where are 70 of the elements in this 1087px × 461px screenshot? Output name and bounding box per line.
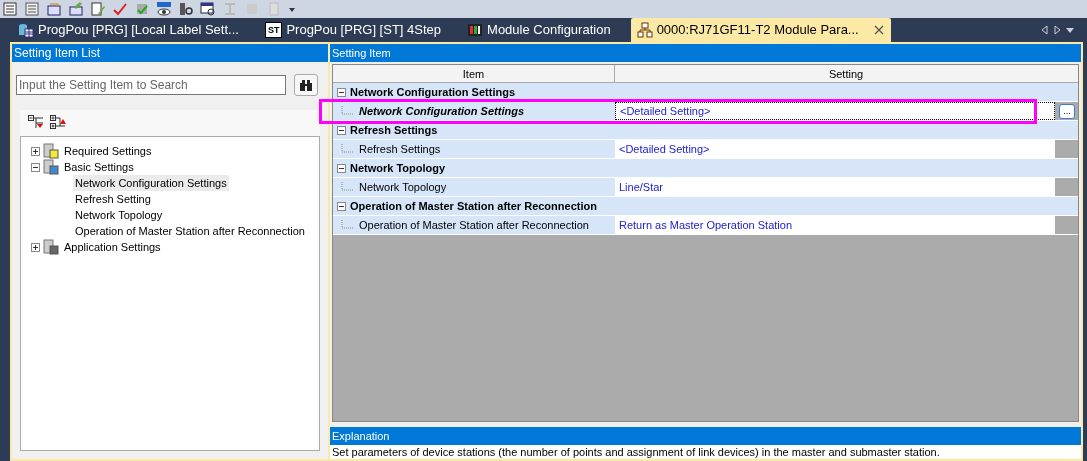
setting-item-name: Network Configuration Settings	[359, 103, 524, 119]
binoculars-icon	[299, 79, 313, 91]
expand-icon[interactable]	[31, 242, 40, 252]
tree-item[interactable]: Required Settings	[62, 142, 154, 160]
settings-folder-icon	[42, 239, 60, 255]
grid-edit-icon[interactable]	[68, 1, 84, 17]
group-title: Operation of Master Station after Reconnection	[350, 198, 597, 214]
collapse-icon[interactable]	[337, 163, 346, 173]
find-button[interactable]	[294, 74, 318, 96]
network-nodes-icon	[636, 22, 653, 38]
tree-item[interactable]: Network Configuration Settings	[73, 174, 229, 192]
database-table-icon	[18, 22, 34, 38]
collapse-icon[interactable]	[337, 201, 346, 211]
panel-title: Setting Item List	[12, 44, 328, 62]
collapse-icon[interactable]	[337, 87, 346, 97]
column-header[interactable]: Item	[333, 65, 615, 82]
setting-value[interactable]: Return as Master Operation Station	[615, 216, 1055, 234]
collapse-icon[interactable]	[31, 162, 40, 172]
expand-icon[interactable]	[31, 146, 40, 156]
module-rack-icon	[467, 22, 484, 38]
tree-item[interactable]: Network Topology	[73, 206, 165, 224]
clipboard-icon[interactable]	[2, 1, 18, 17]
document-tab[interactable]: ST ProgPou [PRG] [ST] 4Step	[258, 18, 448, 42]
window-zoom-icon[interactable]	[200, 1, 216, 17]
scroll-left-icon[interactable]	[1041, 25, 1049, 35]
module-check-icon[interactable]	[134, 1, 150, 17]
panel-title: Explanation	[330, 427, 1081, 445]
group-title: Network Topology	[350, 160, 446, 176]
column-header[interactable]: Setting	[615, 65, 1077, 82]
document-tab[interactable]: Module Configuration	[461, 18, 617, 42]
explanation-text: Set parameters of device stations (the number of points and assignment of link devices) in the master and submaster station.	[330, 445, 1081, 459]
setting-text: Line/Star	[619, 179, 664, 195]
tree-connector-icon	[341, 220, 355, 230]
list-icon[interactable]	[24, 1, 40, 17]
dropdown-icon[interactable]	[1065, 25, 1075, 35]
close-icon[interactable]	[872, 24, 885, 36]
setting-value[interactable]: <Detailed Setting>	[615, 102, 1055, 120]
setting-item-name: Operation of Master Station after Reconnection	[359, 217, 589, 233]
eye-icon[interactable]	[156, 1, 172, 17]
expand-all-icon[interactable]	[50, 115, 66, 129]
ellipsis-button[interactable]: ...	[1059, 103, 1075, 119]
setting-text: <Detailed Setting>	[620, 103, 711, 119]
setting-item-name: Refresh Settings	[359, 141, 441, 157]
check-icon[interactable]	[112, 1, 128, 17]
setting-item-name: Network Topology	[359, 179, 447, 195]
collapse-all-icon[interactable]	[28, 115, 44, 129]
st-badge: ST	[264, 22, 283, 38]
tree-item[interactable]: Application Settings	[62, 238, 163, 256]
setting-value[interactable]: Line/Star	[615, 178, 1055, 196]
tree-connector-icon	[341, 144, 355, 154]
setting-text: Return as Master Operation Station	[619, 217, 793, 233]
tree-connector-icon	[341, 182, 355, 192]
scroll-right-icon[interactable]	[1053, 25, 1061, 35]
document-tab[interactable]: ProgPou [PRG] [Local Label Sett...	[12, 18, 245, 42]
settings-folder-icon	[42, 143, 60, 159]
group-title: Network Configuration Settings	[350, 84, 515, 100]
panel-title: Setting Item	[330, 44, 1081, 62]
document-tab[interactable]: 0000:RJ71GF11-T2 Module Para...	[630, 18, 891, 42]
search-field[interactable]: Input the Setting Item to Search	[16, 75, 286, 95]
tree-item[interactable]: Refresh Setting	[73, 190, 153, 208]
group-title: Refresh Settings	[350, 122, 438, 138]
setting-value[interactable]: <Detailed Setting>	[615, 140, 1055, 158]
overflow-caret-icon[interactable]	[288, 5, 296, 13]
collapse-icon[interactable]	[337, 125, 346, 135]
setting-text: <Detailed Setting>	[619, 141, 710, 157]
tree-item[interactable]: Operation of Master Station after Reconnection	[73, 222, 307, 240]
tree-item[interactable]: Basic Settings	[62, 158, 136, 176]
pencil-icon[interactable]	[90, 1, 106, 17]
tree-connector-icon	[341, 106, 355, 116]
settings-folder-icon	[42, 159, 60, 175]
